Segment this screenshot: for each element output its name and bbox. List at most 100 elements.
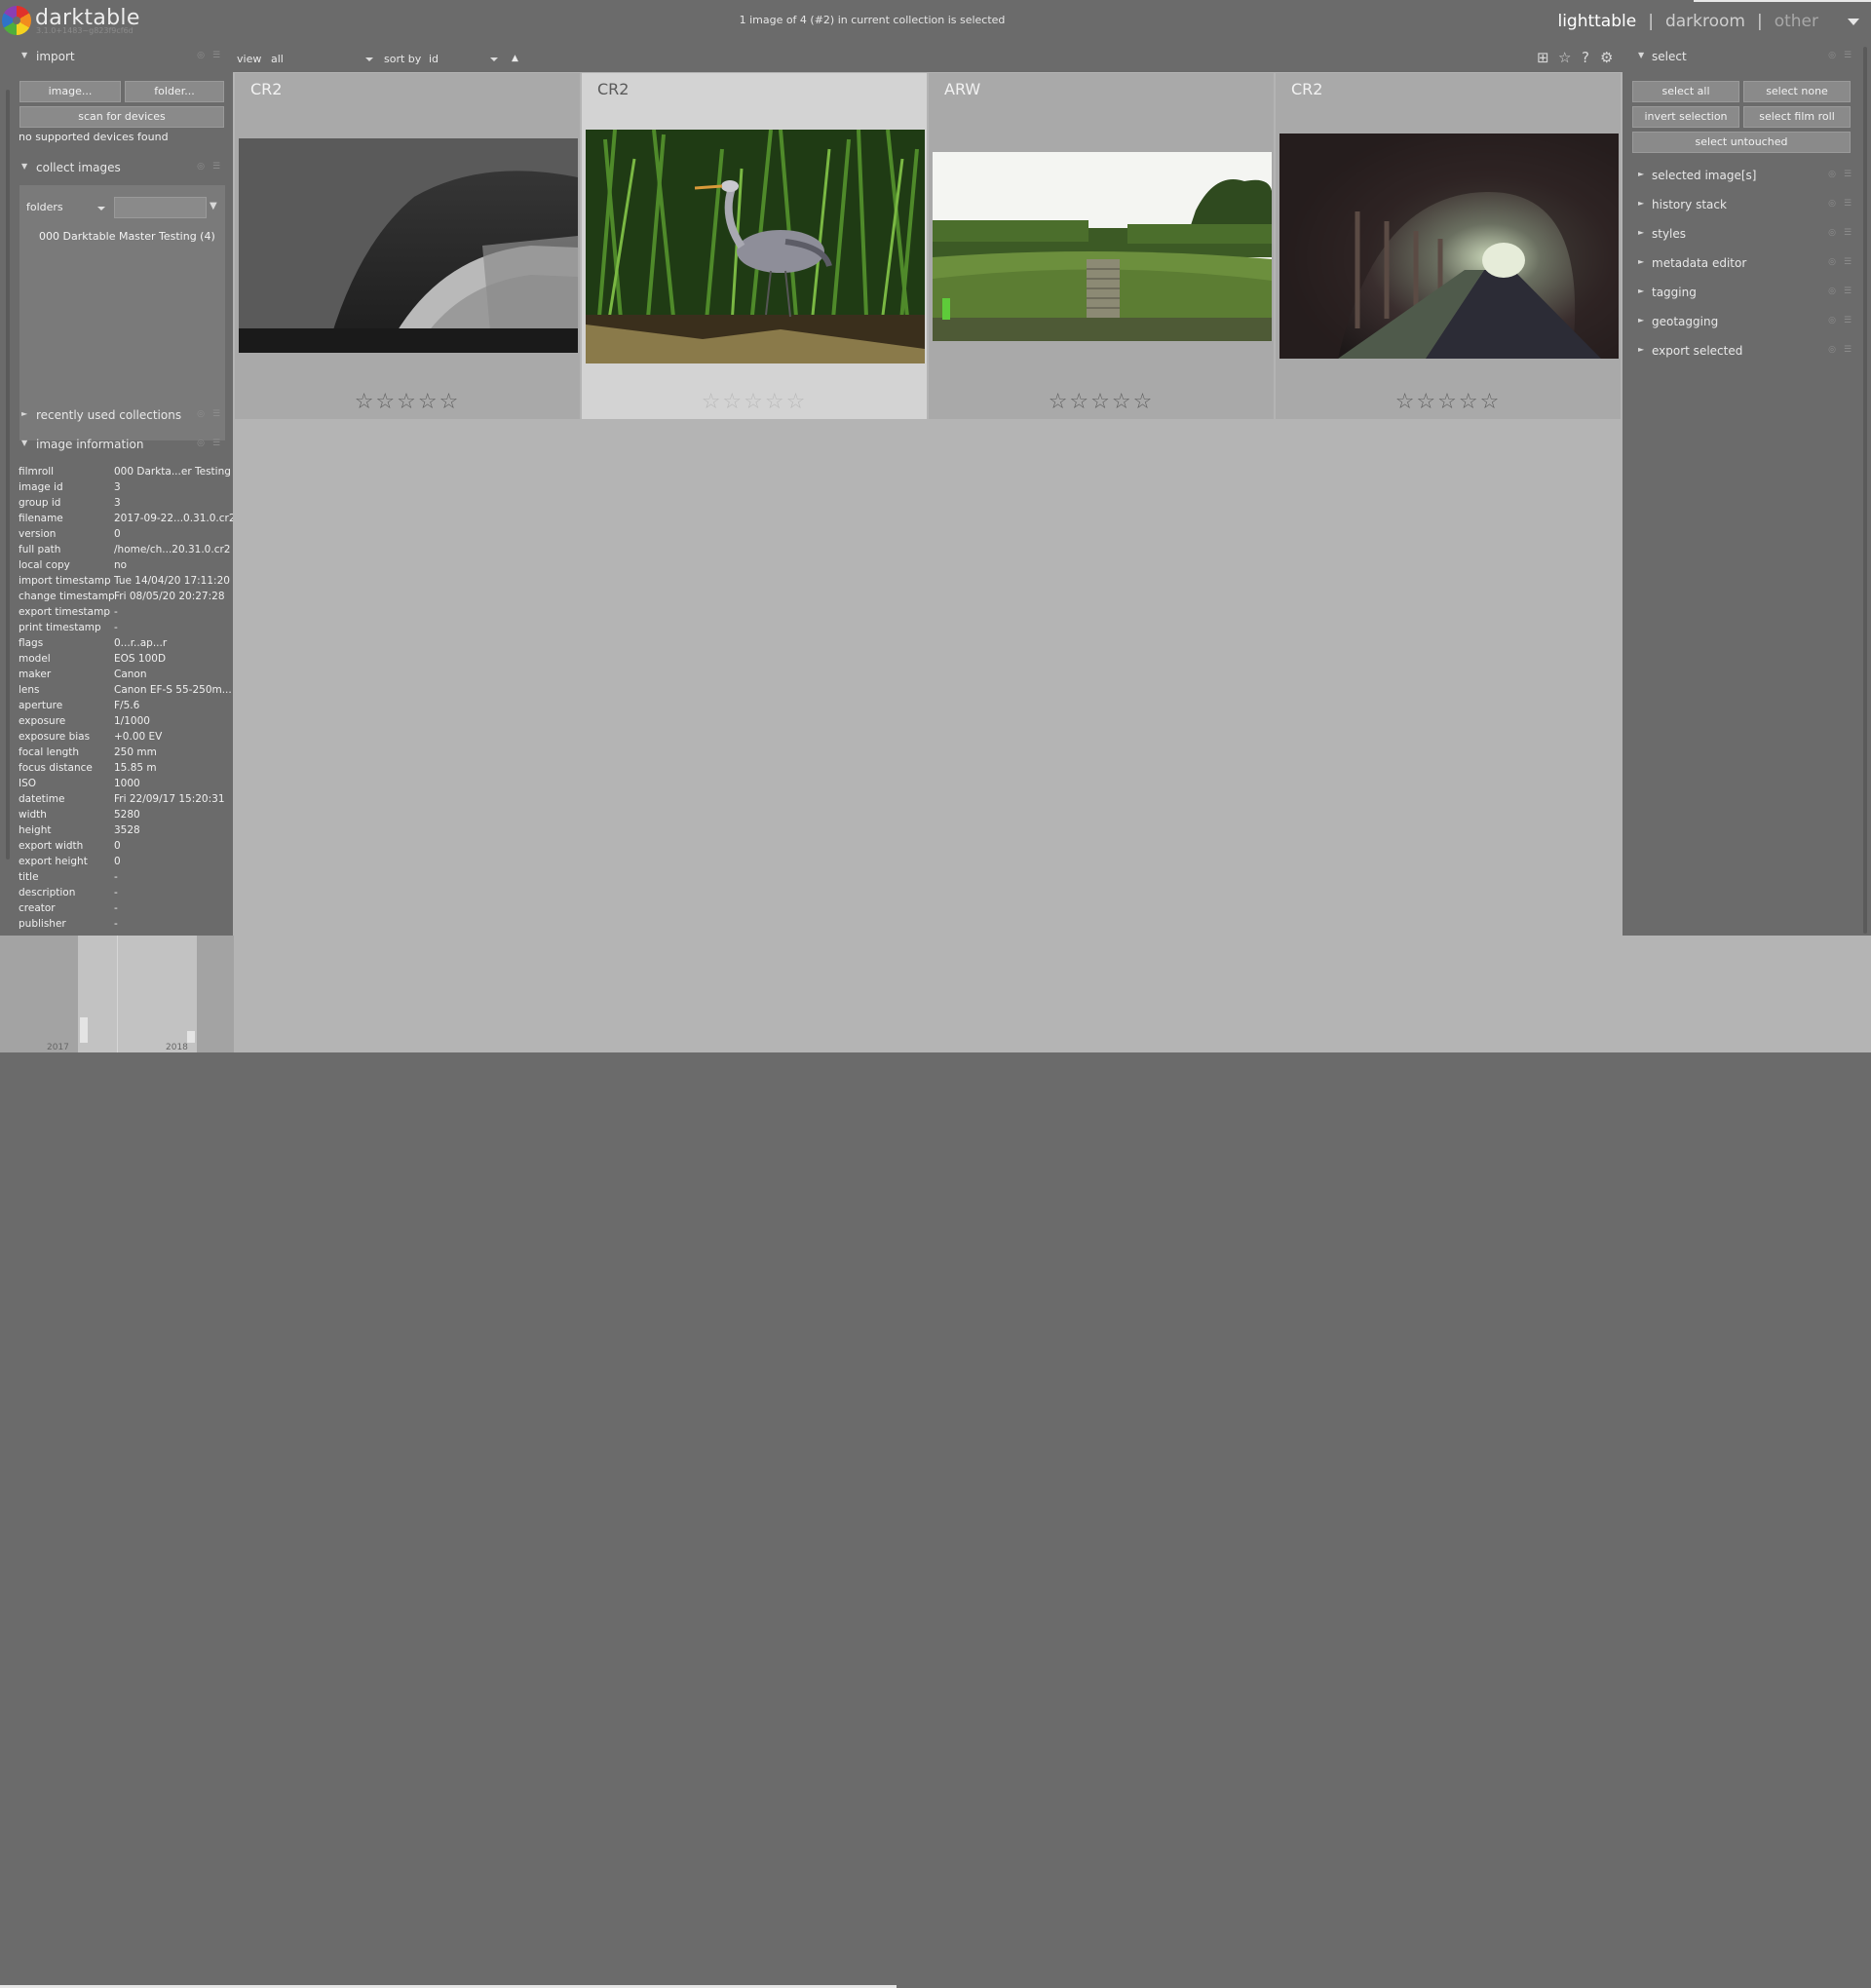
lighttable-area: CR2 ☆☆☆☆☆ CR2 ☆☆☆☆☆ ARW ☆☆☆☆☆ CR2 ☆☆☆☆☆ <box>233 72 1623 936</box>
reset-icon[interactable]: ◎ <box>196 439 206 448</box>
overlays-star-icon[interactable]: ☆ <box>1558 49 1571 66</box>
image-info-key: creator <box>19 902 56 914</box>
image-info-key: change timestamp <box>19 591 115 602</box>
chevron-down-icon[interactable] <box>365 57 373 61</box>
module-image-info-header[interactable]: ▼ image information ◎ ☰ <box>16 433 225 456</box>
image-info-row: version 0 <box>19 528 233 544</box>
module-select-header[interactable]: ▼ select ◎ ☰ <box>1632 45 1856 68</box>
view-filter-label: view <box>237 53 262 65</box>
preferences-gear-icon[interactable]: ⚙ <box>1600 49 1613 66</box>
timeline-selected-range[interactable] <box>78 936 197 1052</box>
image-info-row: description - <box>19 887 233 902</box>
reset-icon[interactable]: ◎ <box>1827 228 1837 238</box>
presets-icon[interactable]: ☰ <box>1843 257 1852 267</box>
reset-icon[interactable]: ◎ <box>1827 345 1837 355</box>
thumbnail-selected[interactable]: CR2 ☆☆☆☆☆ <box>582 73 927 419</box>
reset-icon[interactable]: ◎ <box>1827 51 1837 60</box>
module-header[interactable]: ► history stack ◎ ☰ <box>1632 193 1856 216</box>
image-info-key: group id <box>19 497 61 509</box>
presets-icon[interactable]: ☰ <box>211 51 221 60</box>
timeline[interactable]: 2017 2018 <box>0 936 1871 1988</box>
reset-icon[interactable]: ◎ <box>1827 287 1837 296</box>
image-info-row: focal length 250 mm <box>19 746 233 762</box>
help-icon[interactable]: ? <box>1582 49 1589 66</box>
expand-arrow-icon: ▼ <box>21 162 28 171</box>
collect-search-input[interactable] <box>114 197 207 218</box>
presets-icon[interactable]: ☰ <box>211 409 221 419</box>
module-header[interactable]: ► geotagging ◎ ☰ <box>1632 310 1856 333</box>
file-extension-label: CR2 <box>250 80 283 98</box>
collapsed-arrow-icon: ► <box>1638 345 1645 354</box>
reset-icon[interactable]: ◎ <box>1827 199 1837 209</box>
chevron-down-icon <box>97 207 105 210</box>
right-panel: ▼ select ◎ ☰ select all select none inve… <box>1623 43 1871 936</box>
image-info-key: publisher <box>19 918 66 930</box>
star-rating[interactable]: ☆☆☆☆☆ <box>1276 390 1621 414</box>
image-info-value: - <box>114 606 118 618</box>
presets-icon[interactable]: ☰ <box>1843 228 1852 238</box>
presets-icon[interactable]: ☰ <box>211 162 221 172</box>
presets-icon[interactable]: ☰ <box>1843 316 1852 325</box>
presets-icon[interactable]: ☰ <box>1843 51 1852 60</box>
image-info-value: Canon <box>114 669 147 680</box>
timeline-histogram-bar <box>187 1031 195 1043</box>
scan-devices-button[interactable]: scan for devices <box>19 106 224 128</box>
reset-icon[interactable]: ◎ <box>1827 316 1837 325</box>
presets-icon[interactable]: ☰ <box>1843 287 1852 296</box>
chevron-down-icon[interactable] <box>490 57 498 61</box>
filter-icon[interactable]: ▼ <box>210 201 217 211</box>
image-info-row: export timestamp - <box>19 606 233 622</box>
select-untouched-button[interactable]: select untouched <box>1632 132 1851 153</box>
timeline-divider <box>117 936 118 1052</box>
reset-icon[interactable]: ◎ <box>196 409 206 419</box>
star-rating[interactable]: ☆☆☆☆☆ <box>582 390 927 414</box>
select-all-button[interactable]: select all <box>1632 81 1739 102</box>
module-header[interactable]: ► selected image[s] ◎ ☰ <box>1632 164 1856 187</box>
view-filter-combobox[interactable]: all <box>271 53 284 65</box>
reset-icon[interactable]: ◎ <box>196 51 206 60</box>
invert-selection-button[interactable]: invert selection <box>1632 106 1739 128</box>
collect-mode-combobox[interactable]: folders <box>26 201 108 216</box>
view-lighttable[interactable]: lighttable <box>1557 12 1636 31</box>
grouping-icon[interactable]: ⊞ <box>1537 49 1549 66</box>
select-none-button[interactable]: select none <box>1743 81 1851 102</box>
select-film-roll-button[interactable]: select film roll <box>1743 106 1851 128</box>
thumbnail[interactable]: CR2 ☆☆☆☆☆ <box>1276 73 1621 419</box>
module-header[interactable]: ► tagging ◎ ☰ <box>1632 281 1856 304</box>
reset-icon[interactable]: ◎ <box>1827 170 1837 179</box>
view-other[interactable]: other <box>1775 12 1818 31</box>
module-recent-header[interactable]: ► recently used collections ◎ ☰ <box>16 403 225 427</box>
reset-icon[interactable]: ◎ <box>196 162 206 172</box>
module-header[interactable]: ► export selected ◎ ☰ <box>1632 339 1856 363</box>
image-info-key: focus distance <box>19 762 93 774</box>
presets-icon[interactable]: ☰ <box>1843 199 1852 209</box>
image-info-key: ISO <box>19 778 37 789</box>
star-rating[interactable]: ☆☆☆☆☆ <box>929 390 1274 414</box>
presets-icon[interactable]: ☰ <box>1843 345 1852 355</box>
left-panel: ▼ import ◎ ☰ image... folder... scan for… <box>0 43 236 936</box>
panel-collapse-bar[interactable] <box>1694 0 1871 2</box>
image-info-row: width 5280 <box>19 809 233 824</box>
right-panel-scrollbar[interactable] <box>1863 47 1867 934</box>
thumbnail[interactable]: ARW ☆☆☆☆☆ <box>929 73 1274 419</box>
reset-icon[interactable]: ◎ <box>1827 257 1837 267</box>
module-collect-header[interactable]: ▼ collect images ◎ ☰ <box>16 156 225 179</box>
import-folder-button[interactable]: folder... <box>125 81 224 102</box>
collapsed-arrow-icon: ► <box>1638 316 1645 325</box>
left-panel-scrollbar[interactable] <box>6 90 10 860</box>
thumbnail[interactable]: CR2 ☆☆☆☆☆ <box>235 73 580 419</box>
module-import-header[interactable]: ▼ import ◎ ☰ <box>16 45 225 68</box>
module-header[interactable]: ► metadata editor ◎ ☰ <box>1632 251 1856 275</box>
import-image-button[interactable]: image... <box>19 81 121 102</box>
views-dropdown-icon[interactable] <box>1848 19 1859 25</box>
collect-folder-item[interactable]: 000 Darktable Master Testing (4) <box>39 230 215 243</box>
image-info-value: 0...r..ap...r <box>114 637 168 649</box>
presets-icon[interactable]: ☰ <box>1843 170 1852 179</box>
sort-direction-icon[interactable]: ▲ <box>512 54 518 63</box>
collapsed-arrow-icon: ► <box>1638 287 1645 295</box>
sort-by-combobox[interactable]: id <box>429 53 439 65</box>
view-darkroom[interactable]: darkroom <box>1665 12 1745 31</box>
module-header[interactable]: ► styles ◎ ☰ <box>1632 222 1856 246</box>
star-rating[interactable]: ☆☆☆☆☆ <box>235 390 580 414</box>
presets-icon[interactable]: ☰ <box>211 439 221 448</box>
